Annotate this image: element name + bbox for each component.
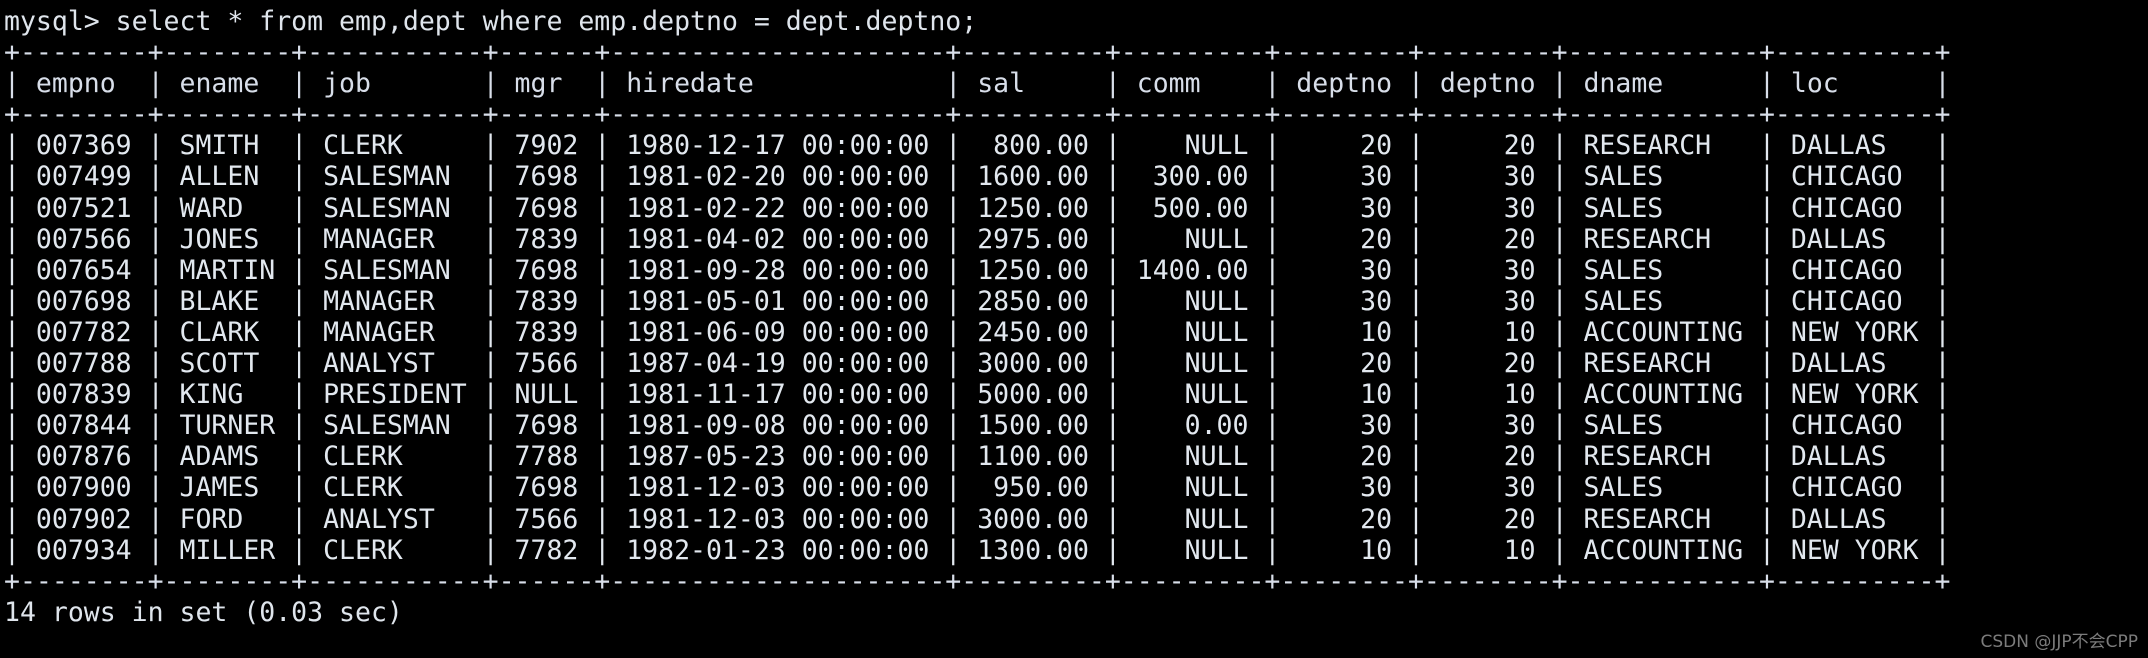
- table-row: | 007369 | SMITH | CLERK | 7902 | 1980-1…: [4, 130, 1951, 162]
- table-row: | 007698 | BLAKE | MANAGER | 7839 | 1981…: [4, 285, 1951, 317]
- table-row: | 007839 | KING | PRESIDENT | NULL | 198…: [4, 379, 1951, 411]
- table-row: | 007844 | TURNER | SALESMAN | 7698 | 19…: [4, 410, 1951, 442]
- mysql-prompt-line: mysql> select * from emp,dept where emp.…: [4, 6, 978, 37]
- table-row: | 007566 | JONES | MANAGER | 7839 | 1981…: [4, 223, 1951, 255]
- table-separator-header: +--------+--------+-----------+------+--…: [4, 99, 1951, 131]
- table-separator-top: +--------+--------+-----------+------+--…: [4, 37, 1951, 69]
- table-separator-bottom: +--------+--------+-----------+------+--…: [4, 565, 1951, 597]
- table-row: | 007521 | WARD | SALESMAN | 7698 | 1981…: [4, 192, 1951, 224]
- table-row: | 007900 | JAMES | CLERK | 7698 | 1981-1…: [4, 472, 1951, 504]
- table-body: | 007369 | SMITH | CLERK | 7902 | 1980-1…: [4, 130, 2148, 565]
- csdn-watermark: CSDN @JJP不会CPP: [1980, 632, 2138, 652]
- table-row: | 007654 | MARTIN | SALESMAN | 7698 | 19…: [4, 254, 1951, 286]
- table-row: | 007788 | SCOTT | ANALYST | 7566 | 1987…: [4, 348, 1951, 380]
- table-row: | 007876 | ADAMS | CLERK | 7788 | 1987-0…: [4, 441, 1951, 473]
- table-row: | 007499 | ALLEN | SALESMAN | 7698 | 198…: [4, 161, 1951, 193]
- table-row: | 007934 | MILLER | CLERK | 7782 | 1982-…: [4, 534, 1951, 566]
- result-summary: 14 rows in set (0.03 sec): [4, 596, 403, 628]
- table-header-row: | empno | ename | job | mgr | hiredate |…: [4, 68, 1951, 100]
- table-row: | 007902 | FORD | ANALYST | 7566 | 1981-…: [4, 503, 1951, 535]
- table-row: | 007782 | CLARK | MANAGER | 7839 | 1981…: [4, 316, 1951, 348]
- terminal-window[interactable]: mysql> select * from emp,dept where emp.…: [0, 0, 2148, 658]
